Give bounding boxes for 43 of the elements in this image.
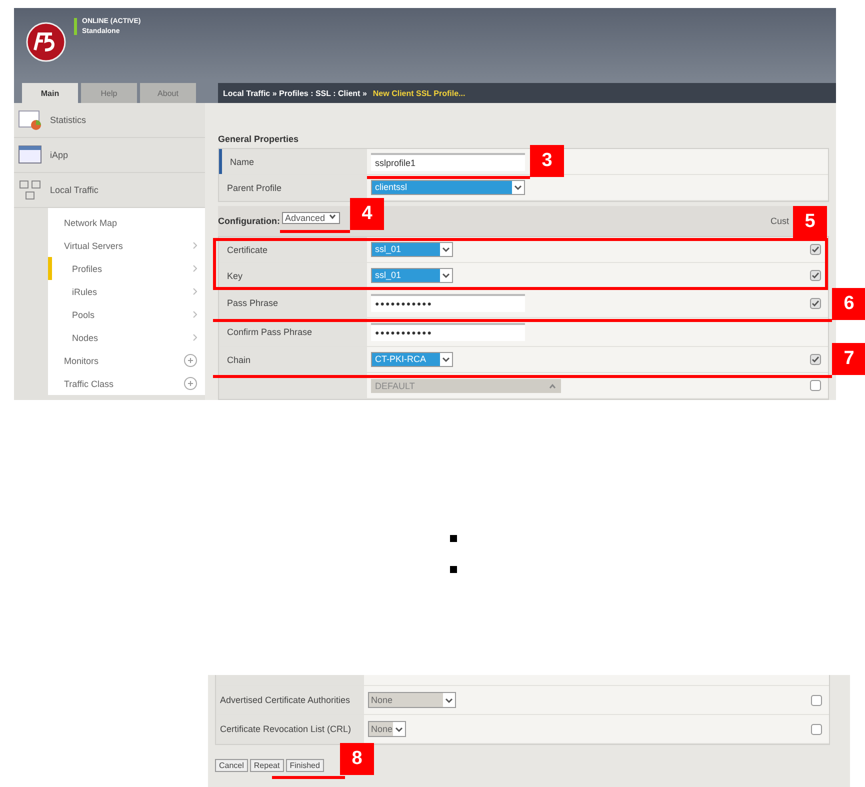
- form-button[interactable]: Repeat: [250, 759, 284, 772]
- sidebar-item[interactable]: Monitors: [48, 349, 205, 372]
- field-label: Confirm Pass Phrase: [227, 327, 312, 337]
- column-header: Cust: [770, 216, 789, 226]
- field-label: Pass Phrase: [227, 298, 278, 308]
- step-badge: 8: [340, 743, 374, 775]
- sidebar-item[interactable]: Profiles: [48, 257, 205, 280]
- name-field[interactable]: sslprofile1: [371, 152, 525, 170]
- field-label: Advertised Certificate Authorities: [216, 686, 364, 714]
- select-field[interactable]: clientssl: [371, 180, 525, 195]
- sidebar-item[interactable]: Virtual Servers: [48, 234, 205, 257]
- field-label: Certificate: [227, 244, 268, 254]
- sidebar-section[interactable]: iApp: [50, 150, 68, 160]
- sidebar-section[interactable]: Local Traffic: [50, 185, 98, 195]
- sidebar-item[interactable]: Traffic Class: [48, 372, 205, 395]
- sidebar-item[interactable]: Nodes: [48, 326, 205, 349]
- step-badge: 4: [350, 198, 384, 230]
- field-label: Parent Profile: [219, 175, 367, 200]
- step-badge: 7: [832, 343, 865, 375]
- section-title: General Properties: [218, 134, 300, 144]
- form-button[interactable]: Cancel: [215, 759, 248, 772]
- step-badge: 3: [530, 145, 564, 177]
- section-title: Configuration:: [218, 216, 280, 226]
- form-button[interactable]: Finished: [286, 759, 324, 772]
- select-field[interactable]: CT-PKI-RCA: [371, 352, 453, 367]
- tab[interactable]: Main: [22, 83, 78, 103]
- sidebar-item[interactable]: Network Map: [48, 211, 205, 234]
- select-field[interactable]: None: [368, 721, 406, 737]
- field-label: Key: [227, 270, 243, 280]
- step-badge: 6: [832, 288, 865, 320]
- step-badge: 5: [793, 206, 827, 238]
- sidebar-section[interactable]: Statistics: [50, 115, 86, 125]
- select-field[interactable]: ssl_01: [371, 268, 453, 283]
- sidebar-item[interactable]: Pools: [48, 303, 205, 326]
- breadcrumb-current: New Client SSL Profile...: [372, 88, 466, 98]
- sidebar-item[interactable]: iRules: [48, 280, 205, 303]
- mode-select[interactable]: Advanced: [282, 212, 340, 224]
- select-field[interactable]: ssl_01: [371, 242, 453, 257]
- field-label: Name: [219, 149, 367, 174]
- select-field[interactable]: None: [368, 692, 456, 708]
- field-label: Certificate Revocation List (CRL): [216, 715, 364, 743]
- field-label: Chain: [227, 354, 251, 364]
- breadcrumb-path[interactable]: Local Traffic » Profiles : SSL : Client »: [223, 88, 367, 98]
